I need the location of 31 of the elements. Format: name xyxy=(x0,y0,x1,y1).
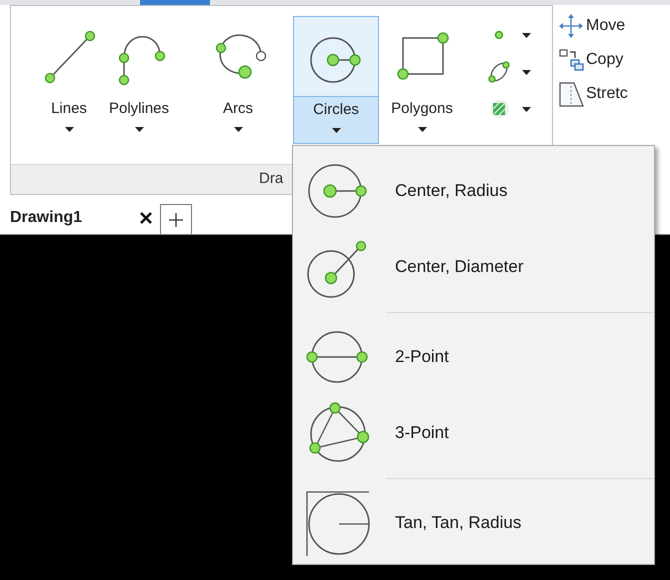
modify-tool-button[interactable]: Move xyxy=(557,11,628,41)
caret-icon xyxy=(64,126,74,132)
menu-item[interactable]: Tan, Tan, Radius xyxy=(293,485,654,561)
menu-item[interactable]: Center, Radius xyxy=(293,153,654,229)
caret-icon xyxy=(418,126,426,132)
menu-item[interactable]: Center, Diameter xyxy=(293,229,654,305)
tool-button[interactable]: Lines xyxy=(34,16,104,144)
stretch-icon xyxy=(557,80,585,108)
tool-button[interactable]: Arcs xyxy=(203,16,273,144)
panel-title: Dra xyxy=(259,169,284,190)
copy-icon xyxy=(557,47,585,73)
caret-icon xyxy=(234,126,242,132)
ribbon-tab-highlight xyxy=(140,0,210,5)
new-tab-button[interactable] xyxy=(160,204,192,234)
move-arrows-icon xyxy=(557,13,585,39)
ellipse-icon[interactable] xyxy=(488,60,510,84)
tool-button[interactable]: Circles xyxy=(293,16,379,144)
modify-tool-button[interactable]: Stretc xyxy=(557,79,628,109)
tool-button[interactable]: Polygons xyxy=(381,16,463,144)
modify-tool-button[interactable]: Copy xyxy=(557,45,628,75)
caret-icon xyxy=(332,128,340,132)
hatch-icon[interactable] xyxy=(488,98,510,120)
menu-item[interactable]: 3-Point xyxy=(293,395,654,471)
plus-icon xyxy=(168,212,184,228)
close-icon[interactable] xyxy=(138,210,154,226)
caret-icon xyxy=(134,126,144,132)
tool-button[interactable]: Polylines xyxy=(104,16,174,144)
caret-icon xyxy=(522,70,531,74)
caret-icon xyxy=(522,32,531,38)
caret-icon xyxy=(522,106,531,112)
menu-item[interactable]: 2-Point xyxy=(293,319,654,395)
